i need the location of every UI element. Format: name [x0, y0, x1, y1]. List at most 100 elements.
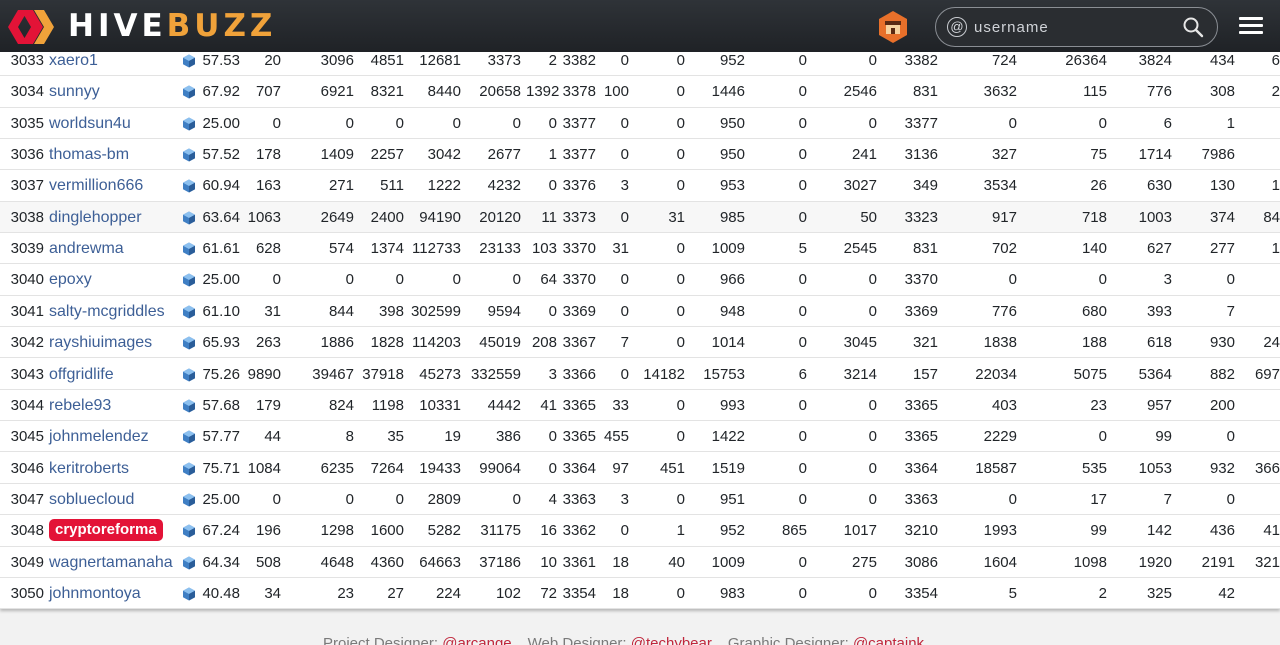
stat-cell: 45273	[419, 365, 461, 383]
stat-cell: 31	[668, 208, 685, 226]
stat-cell: 275	[851, 553, 877, 571]
cube-icon	[183, 430, 195, 444]
stat-cell: 1063	[247, 208, 281, 226]
rank-cell: 3036	[10, 146, 44, 164]
stat-cell: 37918	[362, 365, 404, 383]
credit-label: Web Designer:	[527, 635, 631, 645]
username-link[interactable]: salty-mcgriddles	[49, 296, 165, 327]
stat-cell: 3370	[562, 271, 596, 289]
stat-cell	[1245, 578, 1280, 609]
rank-cell: 3038	[10, 208, 44, 226]
stat-cell: 0	[1008, 490, 1017, 508]
username-link[interactable]: dinglehopper	[49, 202, 142, 233]
username-link[interactable]: johnmelendez	[49, 421, 149, 452]
rank-cell: 3043	[10, 365, 44, 383]
username-link[interactable]: sobluecloud	[49, 484, 134, 515]
stat-cell: 3364	[562, 459, 596, 477]
rank-cell: 3039	[10, 240, 44, 258]
stat-cell: 1	[1271, 240, 1280, 258]
credit-handle-link[interactable]: @techybear	[631, 635, 712, 645]
stat-cell: 3086	[904, 553, 938, 571]
stat-cell: 41	[1263, 522, 1280, 540]
stat-cell: 63.64	[202, 208, 240, 226]
stat-cell: 831	[912, 240, 938, 258]
stat-cell: 8	[345, 428, 354, 446]
stat-cell: 707	[255, 83, 281, 101]
stat-cell: 0	[798, 146, 807, 164]
username-link[interactable]: worldsun4u	[49, 108, 131, 139]
stat-cell: 3377	[562, 146, 596, 164]
stat-cell: 0	[620, 365, 629, 383]
stat-cell: 3323	[904, 208, 938, 226]
stat-cell: 2677	[487, 146, 521, 164]
search-box: @	[935, 7, 1218, 47]
stat-cell: 4442	[487, 396, 521, 414]
stat-cell: 1003	[1138, 208, 1172, 226]
stat-cell: 31	[612, 240, 629, 258]
stat-cell: 393	[1146, 302, 1172, 320]
table-row: 3042 rayshiuimages 65.93 263 1886 1828 114203 4…	[0, 327, 1280, 359]
username-link[interactable]: sunnyy	[49, 76, 100, 107]
stat-cell: 3042	[427, 146, 461, 164]
shop-icon[interactable]	[876, 10, 910, 44]
stat-cell: 60.94	[202, 177, 240, 195]
stat-cell: 64663	[419, 553, 461, 571]
table-row: 3046 keritroberts 75.71 1084 6235 7264 19433 99…	[0, 452, 1280, 484]
username-link[interactable]: johnmontoya	[49, 578, 141, 609]
stat-cell: 0	[548, 302, 557, 320]
credit-handle-link[interactable]: @arcange	[442, 635, 511, 645]
table-row: 3044 rebele93 57.68 179 824 1198 10331 4442 41 33…	[0, 389, 1280, 422]
stat-cell: 776	[991, 302, 1017, 320]
stat-cell: 4360	[370, 553, 404, 571]
stat-cell: 7986	[1201, 146, 1235, 164]
username-link[interactable]: andrewma	[49, 233, 124, 264]
username-link[interactable]: vermillion666	[49, 170, 143, 201]
rank-cell: 3045	[10, 428, 44, 446]
stat-cell: 628	[255, 240, 281, 258]
stat-cell: 24	[1263, 334, 1280, 352]
username-search-input[interactable]	[974, 14, 1174, 40]
credit-handle-link[interactable]: @captaink	[853, 635, 924, 645]
stat-cell: 18587	[975, 459, 1017, 477]
username-link[interactable]: wagnertamanaha	[49, 547, 173, 578]
rank-cell: 3034	[10, 83, 44, 101]
username-link[interactable]: rebele93	[49, 390, 111, 421]
stat-cell	[1245, 108, 1280, 139]
stat-cell: 26	[1090, 177, 1107, 195]
stat-cell: 27	[387, 584, 404, 602]
username-link[interactable]: cryptoreforma	[49, 519, 163, 542]
footer: Project Designer: @arcange Web Designer: …	[0, 618, 1280, 645]
username-link[interactable]: thomas-bm	[49, 139, 129, 170]
username-link[interactable]: offgridlife	[49, 359, 114, 390]
stat-cell: 3378	[562, 83, 596, 101]
username-link[interactable]: rayshiuimages	[49, 327, 152, 358]
stat-cell: 0	[548, 114, 557, 132]
username-link[interactable]: epoxy	[49, 264, 92, 295]
rank-cell: 3047	[10, 490, 44, 508]
stat-cell: 75	[1090, 146, 1107, 164]
stat-cell: 0	[676, 302, 685, 320]
stat-cell: 112733	[412, 240, 461, 258]
rank-cell: 3048	[10, 522, 44, 540]
stat-cell: 100	[603, 83, 629, 101]
app-logo-text[interactable]: HIVEBUZZ	[68, 6, 276, 46]
hive-logo-icon[interactable]	[6, 5, 58, 49]
stat-cell: 67.92	[202, 83, 240, 101]
ranking-table: 3033 xaero1 57.53 20 3096 4851 12681 3373 2 3382 0…	[0, 45, 1280, 609]
footer-credit: Graphic Designer: @captaink	[728, 635, 924, 645]
search-icon[interactable]	[1182, 16, 1204, 38]
stat-cell: 6235	[320, 459, 354, 477]
stat-cell: 9890	[247, 365, 281, 383]
stat-cell: 99	[1155, 428, 1172, 446]
stat-cell: 99064	[479, 459, 521, 477]
stat-cell: 1	[1271, 177, 1280, 195]
stat-cell: 1198	[371, 396, 404, 414]
stat-cell: 0	[548, 177, 557, 195]
hamburger-menu-icon[interactable]	[1239, 17, 1263, 37]
username-link[interactable]: keritroberts	[49, 453, 129, 484]
stat-cell: 321	[912, 334, 938, 352]
cube-icon	[183, 368, 195, 381]
stat-cell: 0	[798, 208, 807, 226]
stat-cell: 0	[345, 114, 354, 132]
stat-cell: 1838	[983, 334, 1017, 352]
